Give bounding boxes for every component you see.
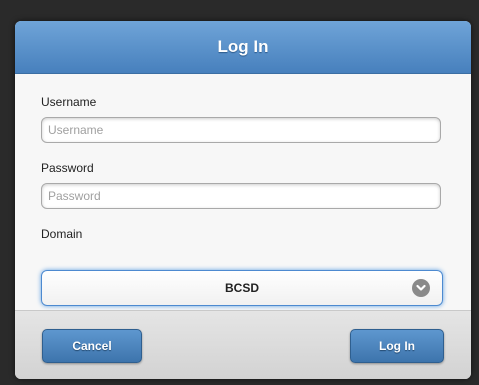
- domain-label: Domain: [41, 227, 83, 241]
- login-button[interactable]: Log In: [350, 329, 444, 363]
- username-input[interactable]: [41, 117, 441, 143]
- dialog-title: Log In: [217, 37, 269, 56]
- domain-select[interactable]: BCSD: [41, 270, 443, 306]
- login-form: Username Password Domain BCSD: [15, 74, 471, 310]
- password-input[interactable]: [41, 183, 441, 209]
- username-label: Username: [41, 95, 97, 109]
- chevron-down-icon: [412, 279, 430, 297]
- login-dialog: Log In Username Password Domain BCSD Can…: [15, 21, 471, 379]
- dialog-footer: Cancel Log In: [15, 310, 471, 379]
- password-label: Password: [41, 161, 94, 175]
- cancel-button[interactable]: Cancel: [42, 329, 142, 363]
- domain-select-value: BCSD: [224, 281, 259, 295]
- dialog-header: Log In: [15, 21, 471, 74]
